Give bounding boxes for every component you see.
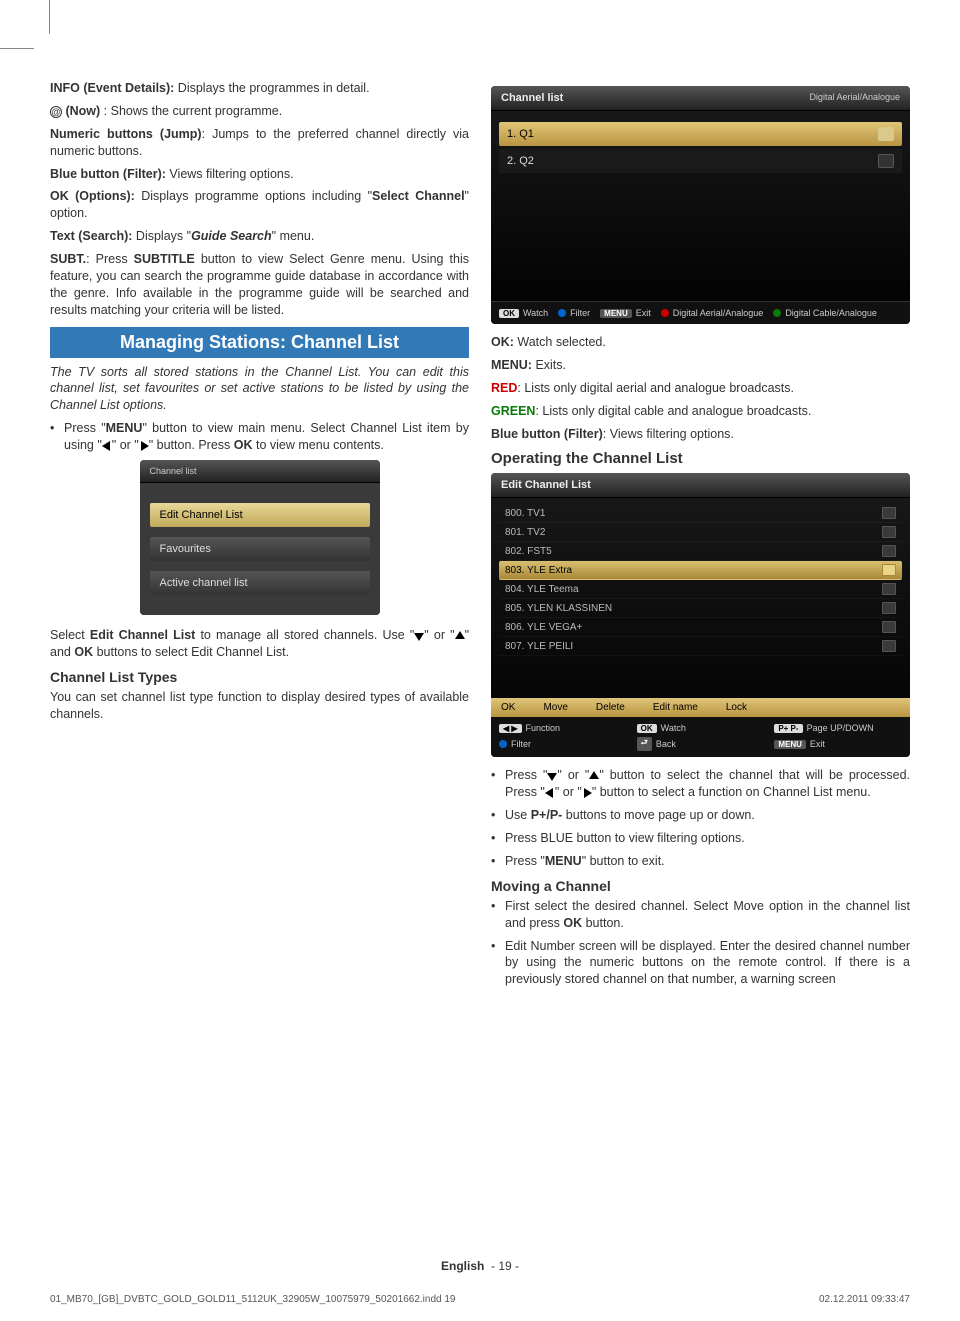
- left-arrow-icon: [545, 788, 555, 798]
- down-arrow-icon: [547, 771, 557, 781]
- desc-ok: OK: Watch selected.: [491, 334, 910, 351]
- para-numeric: Numeric buttons (Jump): Jumps to the pre…: [50, 126, 469, 160]
- channel-list-screenshot: Channel list Digital Aerial/Analogue 1. …: [491, 86, 910, 324]
- down-arrow-icon: [414, 631, 424, 641]
- para-select-edit: Select Edit Channel List to manage all s…: [50, 627, 469, 661]
- para-now: @ (Now) : Shows the current programme.: [50, 103, 469, 120]
- para-intro: The TV sorts all stored stations in the …: [50, 364, 469, 415]
- para-blue: Blue button (Filter): Views filtering op…: [50, 166, 469, 183]
- para-subt: SUBT.: Press SUBTITLE button to view Sel…: [50, 251, 469, 319]
- channel-row: 2. Q2: [499, 149, 902, 173]
- subheading: Channel List Types: [50, 669, 469, 685]
- desc-red: RED: Lists only digital aerial and analo…: [491, 380, 910, 397]
- tv-type-icon: [878, 154, 894, 168]
- para-types: You can set channel list type function t…: [50, 689, 469, 723]
- radio-icon: [882, 640, 896, 652]
- edit-channel-list-screenshot: Edit Channel List 800. TV1 801. TV2 802.…: [491, 473, 910, 757]
- right-column: Channel list Digital Aerial/Analogue 1. …: [491, 80, 910, 994]
- up-arrow-icon: [589, 771, 599, 781]
- radio-icon: [882, 602, 896, 614]
- document-meta: 01_MB70_[GB]_DVBTC_GOLD_GOLD11_5112UK_32…: [50, 1294, 910, 1305]
- left-column: INFO (Event Details): Displays the progr…: [50, 80, 469, 994]
- list-item: Edit Number screen will be displayed. En…: [491, 938, 910, 989]
- para-info: INFO (Event Details): Displays the progr…: [50, 80, 469, 97]
- tv-type-icon: [882, 564, 896, 576]
- legend-bar: OKWatch Filter MENUExit Digital Aerial/A…: [491, 301, 910, 324]
- channel-row: 800. TV1: [499, 504, 902, 523]
- tv-type-icon: [878, 127, 894, 141]
- para-text: Text (Search): Displays "Guide Search" m…: [50, 228, 469, 245]
- channel-row: 801. TV2: [499, 523, 902, 542]
- list-item: Use P+/P- buttons to move page up or dow…: [491, 807, 910, 824]
- subheading: Operating the Channel List: [491, 450, 910, 467]
- subheading: Moving a Channel: [491, 878, 910, 894]
- action-bar: OK Move Delete Edit name Lock: [491, 698, 910, 717]
- now-icon: @: [50, 106, 62, 118]
- tv-type-icon: [882, 583, 896, 595]
- tv-type-icon: [882, 526, 896, 538]
- menu-item: Edit Channel List: [150, 503, 370, 527]
- left-arrow-icon: [102, 441, 112, 451]
- channel-row: 803. YLE Extra: [499, 561, 902, 580]
- desc-menu: MENU: Exits.: [491, 357, 910, 374]
- right-arrow-icon: [139, 441, 149, 451]
- channel-row: 806. YLE VEGA+: [499, 618, 902, 637]
- tv-type-icon: [882, 545, 896, 557]
- section-heading: Managing Stations: Channel List: [50, 327, 469, 358]
- crop-marks: [0, 0, 960, 60]
- desc-blue: Blue button (Filter): Views filtering op…: [491, 426, 910, 443]
- tv-type-icon: [882, 507, 896, 519]
- page-content: INFO (Event Details): Displays the progr…: [50, 10, 910, 994]
- menu-item: Active channel list: [150, 571, 370, 595]
- channel-row: 804. YLE Teema: [499, 580, 902, 599]
- right-arrow-icon: [582, 788, 592, 798]
- list-item: First select the desired channel. Select…: [491, 898, 910, 932]
- page-footer: English - 19 -: [0, 1259, 960, 1273]
- channel-list-menu-screenshot: Channel list Edit Channel List Favourite…: [140, 460, 380, 615]
- legend-bar: ◀ ▶Function OKWatch P+ P-Page UP/DOWN Fi…: [491, 717, 910, 757]
- list-item: Press BLUE button to view filtering opti…: [491, 830, 910, 847]
- channel-row: 1. Q1: [499, 122, 902, 146]
- list-item: Press "MENU" button to exit.: [491, 853, 910, 870]
- up-arrow-icon: [455, 631, 465, 641]
- channel-row: 805. YLEN KLASSINEN: [499, 599, 902, 618]
- channel-row: 802. FST5: [499, 542, 902, 561]
- radio-icon: [882, 621, 896, 633]
- desc-green: GREEN: Lists only digital cable and anal…: [491, 403, 910, 420]
- list-item: Press "MENU" button to view main menu. S…: [50, 420, 469, 454]
- para-ok: OK (Options): Displays programme options…: [50, 188, 469, 222]
- channel-row: 807. YLE PEILI: [499, 637, 902, 656]
- menu-item: Favourites: [150, 537, 370, 561]
- list-item: Press "" or "" button to select the chan…: [491, 767, 910, 801]
